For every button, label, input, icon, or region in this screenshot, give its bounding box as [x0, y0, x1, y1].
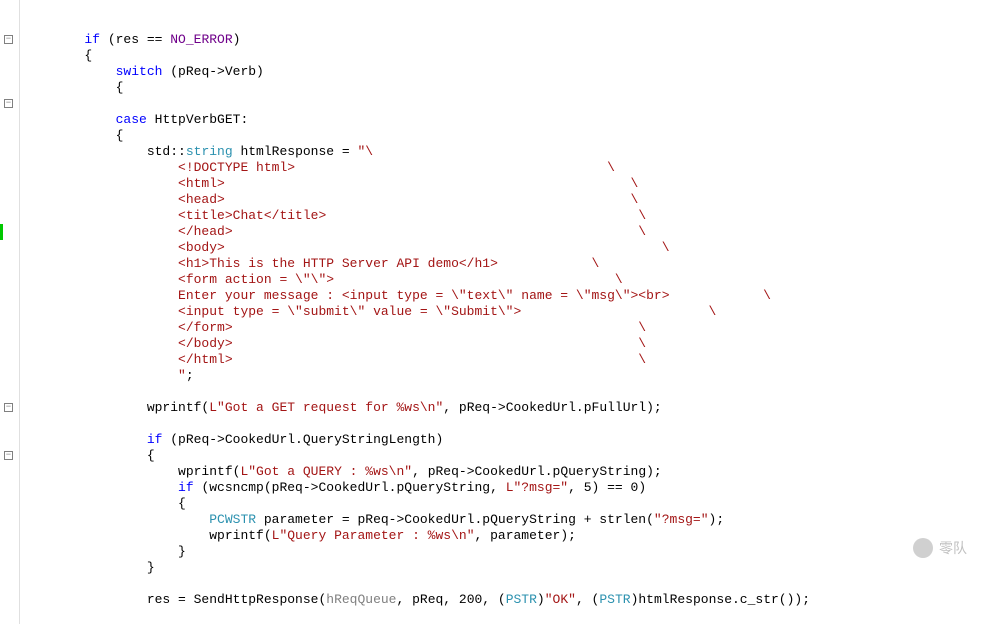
code-line[interactable]: if (wcsncmp(pReq->CookedUrl.pQueryString…	[22, 480, 982, 496]
watermark: 零队	[913, 538, 967, 558]
code-line[interactable]: Enter your message : <input type = \"tex…	[22, 288, 982, 304]
fold-marker[interactable]: −	[4, 451, 13, 460]
fold-marker[interactable]: −	[4, 99, 13, 108]
code-line[interactable]: <title>Chat</title> \	[22, 208, 982, 224]
code-line[interactable]: wprintf(L"Got a QUERY : %ws\n", pReq->Co…	[22, 464, 982, 480]
code-line[interactable]: switch (pReq->Verb)	[22, 64, 982, 80]
code-line[interactable]: wprintf(L"Query Parameter : %ws\n", para…	[22, 528, 982, 544]
fold-marker[interactable]: −	[4, 35, 13, 44]
code-line[interactable]: <input type = \"submit\" value = \"Submi…	[22, 304, 982, 320]
code-line[interactable]: </form> \	[22, 320, 982, 336]
code-line[interactable]	[22, 96, 982, 112]
code-line[interactable]: <h1>This is the HTTP Server API demo</h1…	[22, 256, 982, 272]
code-line[interactable]	[22, 576, 982, 592]
code-line[interactable]: }	[22, 560, 982, 576]
code-line[interactable]	[22, 384, 982, 400]
code-line[interactable]: {	[22, 496, 982, 512]
code-line[interactable]	[22, 416, 982, 432]
code-line[interactable]: if (pReq->CookedUrl.QueryStringLength)	[22, 432, 982, 448]
code-editor[interactable]: if (res == NO_ERROR) { switch (pReq->Ver…	[20, 0, 982, 624]
change-marker	[0, 224, 3, 240]
code-line[interactable]: if (res == NO_ERROR)	[22, 32, 982, 48]
code-line[interactable]: <body> \	[22, 240, 982, 256]
code-line[interactable]: </head> \	[22, 224, 982, 240]
code-line[interactable]: </body> \	[22, 336, 982, 352]
watermark-text: 零队	[939, 540, 967, 556]
code-line[interactable]: {	[22, 80, 982, 96]
watermark-icon	[913, 538, 933, 558]
code-line[interactable]: {	[22, 448, 982, 464]
code-line[interactable]: PCWSTR parameter = pReq->CookedUrl.pQuer…	[22, 512, 982, 528]
code-line[interactable]: {	[22, 48, 982, 64]
code-gutter: − − − −	[0, 0, 20, 624]
code-line[interactable]: case HttpVerbGET:	[22, 112, 982, 128]
code-line[interactable]: </html> \	[22, 352, 982, 368]
code-line[interactable]: <html> \	[22, 176, 982, 192]
code-line[interactable]: <head> \	[22, 192, 982, 208]
code-line[interactable]: wprintf(L"Got a GET request for %ws\n", …	[22, 400, 982, 416]
code-line[interactable]: {	[22, 128, 982, 144]
code-line[interactable]: }	[22, 544, 982, 560]
code-line[interactable]: res = SendHttpResponse(hReqQueue, pReq, …	[22, 592, 982, 608]
fold-marker[interactable]: −	[4, 403, 13, 412]
code-line[interactable]: <form action = \"\"> \	[22, 272, 982, 288]
code-line[interactable]: <!DOCTYPE html> \	[22, 160, 982, 176]
code-line[interactable]: ";	[22, 368, 982, 384]
code-line[interactable]: std::string htmlResponse = "\	[22, 144, 982, 160]
